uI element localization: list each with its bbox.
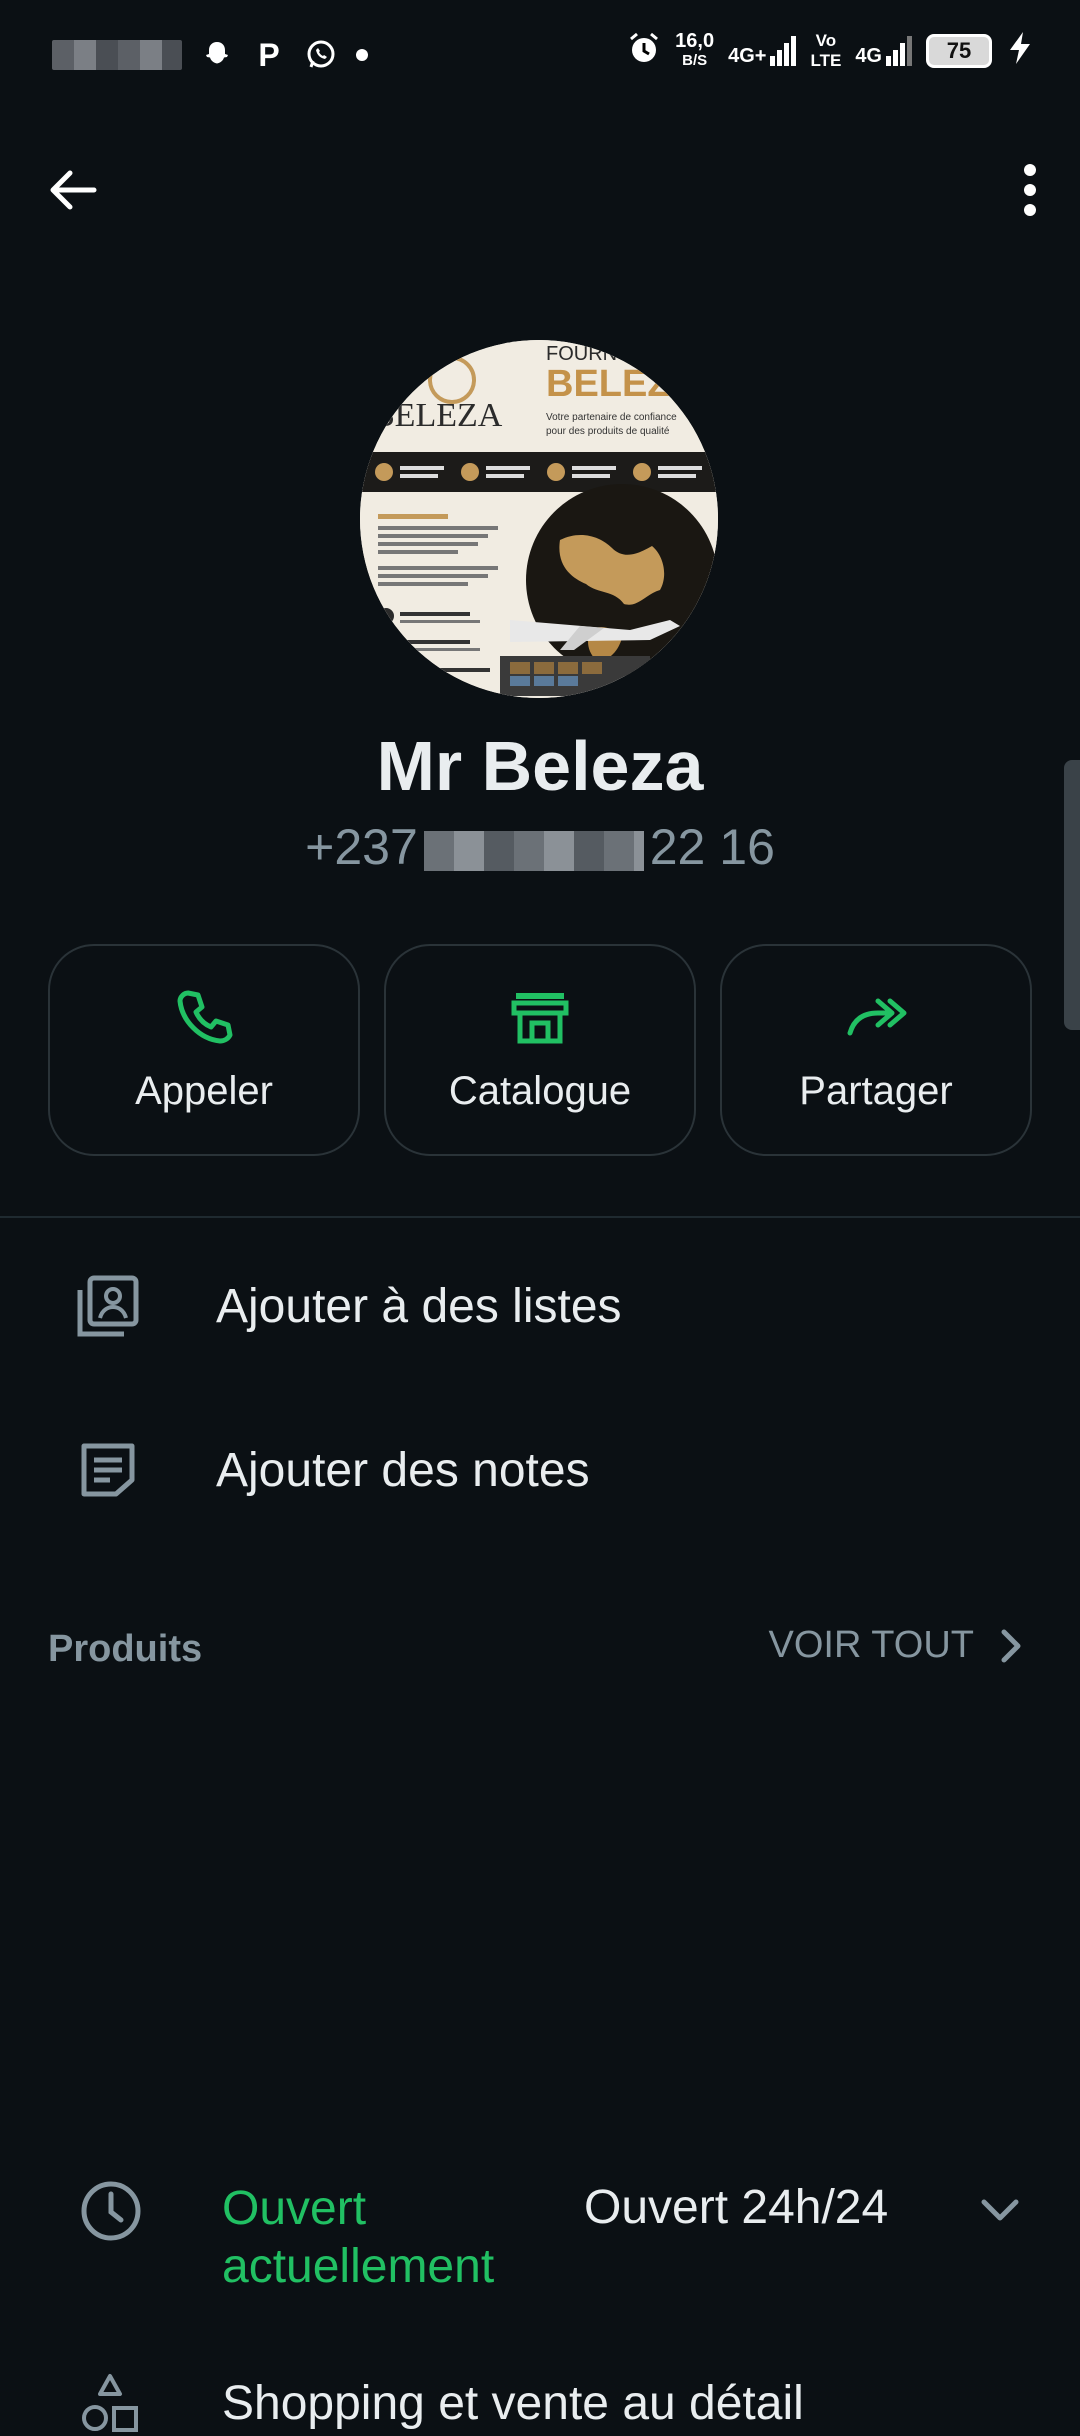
avatar-image: BELEZA FOURN BELEZ Votre partenaire de c… xyxy=(360,340,718,698)
signal-icon xyxy=(770,35,797,66)
status-bar-left: P xyxy=(52,36,368,73)
net-speed-unit: B/S xyxy=(682,51,708,69)
phone-suffix: 22 16 xyxy=(649,819,775,875)
status-bar: P 16,0 B/S 4G+ Vo LTE 4G 75 xyxy=(0,0,1080,110)
section-divider xyxy=(0,1216,1080,1218)
hours-status: Ouvert actuellement xyxy=(222,2182,495,2293)
contact-name: Mr Beleza xyxy=(376,727,704,805)
catalog-button-label: Catalogue xyxy=(448,1068,632,1113)
battery-indicator: 75 xyxy=(926,33,992,68)
hours-value: Ouvert 24h/24 xyxy=(584,2181,889,2234)
phone-prefix: +237 xyxy=(305,819,418,875)
add-to-lists-label: Ajouter à des listes xyxy=(216,1279,622,1333)
status-time-redacted xyxy=(52,40,182,70)
phone-icon xyxy=(177,990,233,1043)
volte-bottom: LTE xyxy=(810,50,842,70)
action-buttons: Appeler Catalogue Partager xyxy=(48,944,1032,1156)
network-1-label: 4G+ xyxy=(728,44,767,67)
call-button[interactable]: Appeler xyxy=(48,944,360,1156)
call-button-label: Appeler xyxy=(135,1068,273,1113)
network-4g-plus: 4G+ xyxy=(728,35,797,67)
add-notes-label: Ajouter des notes xyxy=(216,1443,590,1497)
more-vertical-icon xyxy=(1024,164,1036,216)
share-button-label: Partager xyxy=(799,1068,953,1113)
note-icon xyxy=(74,1436,142,1504)
see-all-products-button[interactable]: VOIR TOUT xyxy=(768,1624,1024,1667)
network-4g: 4G xyxy=(855,35,912,67)
share-button[interactable]: Partager xyxy=(720,944,1032,1156)
notification-dot xyxy=(356,49,368,61)
net-speed: 16,0 B/S xyxy=(675,31,714,71)
products-section-title: Produits xyxy=(48,1628,203,1670)
net-speed-value: 16,0 xyxy=(675,29,715,52)
category-icon xyxy=(80,2372,140,2436)
avatar-banner-title: FOURN xyxy=(546,343,617,365)
phone-redacted xyxy=(423,830,644,871)
see-all-label: VOIR TOUT xyxy=(768,1624,974,1666)
share-forward-icon xyxy=(847,998,907,1035)
catalog-button[interactable]: Catalogue xyxy=(384,944,696,1156)
battery-level: 75 xyxy=(946,37,972,63)
avatar-brand: BELEZA xyxy=(372,397,503,434)
back-button[interactable] xyxy=(40,158,104,222)
contact-list-icon xyxy=(74,1272,142,1340)
whatsapp-icon xyxy=(304,38,338,72)
network-2-label: 4G xyxy=(855,44,882,67)
signal-icon-2 xyxy=(886,35,912,66)
chevron-right-icon xyxy=(1001,1629,1021,1662)
contact-phone: +237 22 16 xyxy=(0,818,1080,876)
expand-hours-button[interactable] xyxy=(976,2186,1024,2234)
chevron-down-icon xyxy=(981,2199,1019,2221)
add-to-lists-row[interactable]: Ajouter à des listes xyxy=(0,1226,1080,1386)
volte-indicator: Vo LTE xyxy=(810,31,841,71)
clock-icon xyxy=(78,2178,144,2244)
volte-top: Vo xyxy=(815,30,837,50)
status-bar-right: 16,0 B/S 4G+ Vo LTE 4G 75 xyxy=(627,30,1034,71)
storefront-icon xyxy=(511,992,569,1043)
arrow-left-icon xyxy=(50,170,97,210)
charging-icon xyxy=(1006,30,1034,71)
p-icon: P xyxy=(258,36,280,73)
avatar-tagline-1: Votre partenaire de confiance xyxy=(546,412,677,423)
contact-info-screen: P 16,0 B/S 4G+ Vo LTE 4G 75 BELEZA FOURN… xyxy=(0,0,1080,2436)
avatar-banner-brand: BELEZ xyxy=(546,363,671,405)
scrollbar-thumb[interactable] xyxy=(1064,760,1080,1030)
add-notes-row[interactable]: Ajouter des notes xyxy=(0,1390,1080,1550)
business-category: Shopping et vente au détail xyxy=(222,2377,804,2430)
avatar-tagline-2: pour des produits de qualité xyxy=(546,426,670,437)
more-options-button[interactable] xyxy=(998,158,1062,222)
alarm-icon xyxy=(627,31,661,70)
profile-avatar[interactable]: BELEZA FOURN BELEZ Votre partenaire de c… xyxy=(360,340,718,698)
snapchat-icon xyxy=(200,38,234,72)
